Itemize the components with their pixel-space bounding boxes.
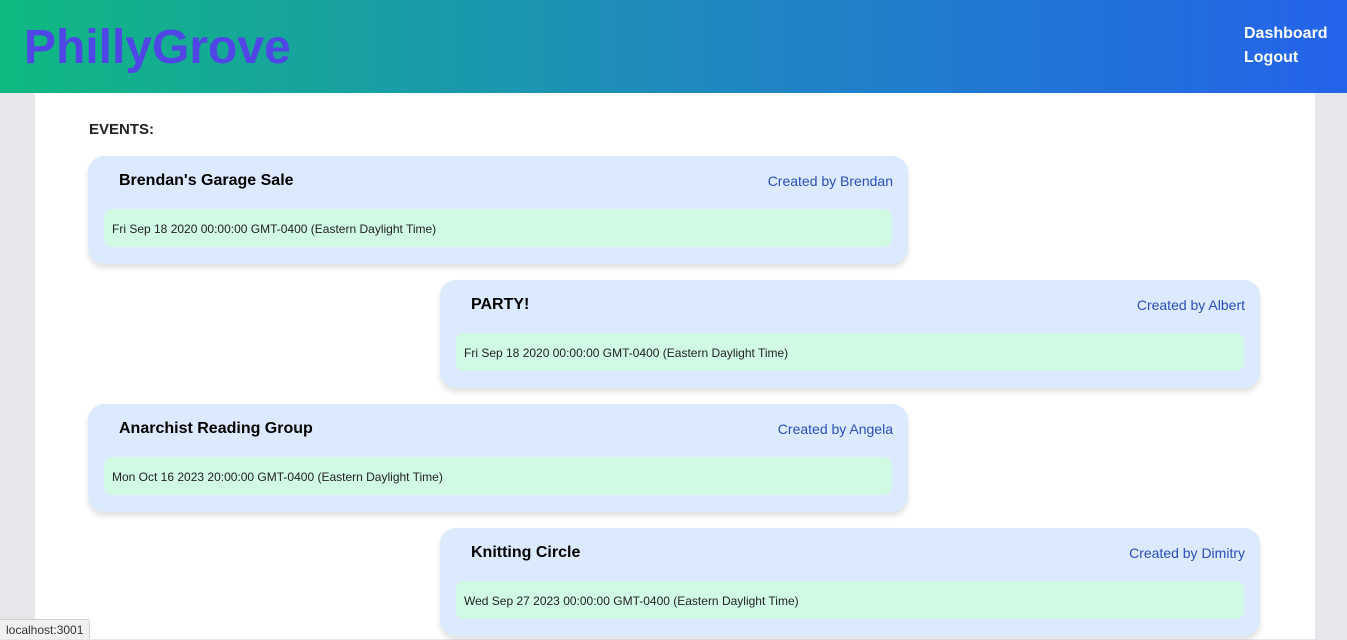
event-date: Fri Sep 18 2020 00:00:00 GMT-0400 (Easte… — [112, 222, 437, 236]
event-title: PARTY! — [471, 296, 530, 313]
event-author: Created by Angela — [777, 421, 893, 437]
event-title: Anarchist Reading Group — [119, 420, 313, 437]
brand-logo[interactable]: PhillyGrove — [24, 20, 291, 76]
event-date-box: Wed Sep 27 2023 00:00:00 GMT-0400 (Easte… — [456, 581, 1244, 619]
nav-logout-link[interactable]: Logout — [1244, 46, 1328, 70]
event-author: Created by Brendan — [767, 173, 893, 189]
event-date-box: Fri Sep 18 2020 00:00:00 GMT-0400 (Easte… — [456, 333, 1244, 371]
event-title: Knitting Circle — [471, 544, 581, 561]
event-card[interactable]: Brendan's Garage Sale Created by Brendan… — [88, 156, 908, 264]
browser-status-url: localhost:3001 — [0, 619, 91, 639]
event-card[interactable]: Knitting Circle Created by Dimitry Wed S… — [440, 528, 1260, 636]
nav-dashboard-link[interactable]: Dashboard — [1244, 22, 1328, 46]
main-content: EVENTS: Brendan's Garage Sale Created by… — [35, 93, 1315, 639]
event-date: Wed Sep 27 2023 00:00:00 GMT-0400 (Easte… — [464, 594, 799, 608]
event-author: Created by Dimitry — [1129, 545, 1245, 561]
event-date-box: Fri Sep 18 2020 00:00:00 GMT-0400 (Easte… — [104, 209, 892, 247]
top-nav: Dashboard Logout — [1244, 22, 1328, 70]
app-header: PhillyGrove Dashboard Logout — [0, 0, 1347, 93]
event-date: Mon Oct 16 2023 20:00:00 GMT-0400 (Easte… — [112, 470, 443, 484]
event-author: Created by Albert — [1136, 297, 1245, 313]
event-date: Fri Sep 18 2020 00:00:00 GMT-0400 (Easte… — [464, 346, 789, 360]
event-card[interactable]: Anarchist Reading Group Created by Angel… — [88, 404, 908, 512]
event-date-box: Mon Oct 16 2023 20:00:00 GMT-0400 (Easte… — [104, 457, 892, 495]
event-card[interactable]: PARTY! Created by Albert Fri Sep 18 2020… — [440, 280, 1260, 388]
events-heading: EVENTS: — [89, 121, 155, 138]
event-title: Brendan's Garage Sale — [119, 172, 294, 189]
